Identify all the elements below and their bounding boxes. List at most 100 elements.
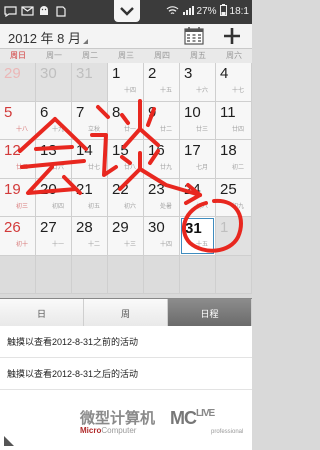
day-cell[interactable]: 30 十四: [144, 217, 180, 256]
lunar-date: 初四: [52, 203, 65, 210]
tab-agenda[interactable]: 日程: [168, 299, 252, 327]
day-cell[interactable]: 27 十一: [36, 217, 72, 256]
day-cell[interactable]: 17 七月: [180, 140, 216, 179]
lunar-date: 十九: [52, 126, 65, 133]
day-cell[interactable]: 9 廿二: [144, 101, 180, 140]
day-cell[interactable]: 3 十六: [180, 63, 216, 102]
day-cell[interactable]: 24 初八: [180, 178, 216, 217]
day-cell[interactable]: 30: [36, 63, 72, 102]
lunar-date: 初十: [16, 242, 29, 248]
weekday-sun: 周日: [10, 51, 26, 60]
day-cell[interactable]: 16 廿九: [144, 140, 180, 179]
day-number: 7: [76, 103, 85, 121]
clock: 18:1: [229, 6, 249, 17]
day-number: 13: [40, 142, 57, 159]
day-cell[interactable]: 29: [0, 63, 36, 102]
day-cell[interactable]: 18 初二: [216, 140, 252, 179]
chat-icon: [3, 4, 17, 18]
day-cell[interactable]: 23 处暑: [144, 178, 180, 217]
day-cell[interactable]: 2 十五: [144, 63, 180, 102]
day-cell[interactable]: 1 十四: [108, 63, 144, 102]
view-earlier-events[interactable]: 触摸以查看2012-8-31之前的活动: [0, 326, 252, 358]
day-cell[interactable]: 15 廿八: [108, 140, 144, 179]
weekday-tue: 周二: [82, 51, 98, 60]
lunar-date: 十三: [124, 242, 137, 248]
add-event-button[interactable]: [222, 26, 242, 46]
day-number: 20: [40, 180, 57, 198]
day-number: 21: [76, 180, 93, 198]
lunar-date: 处暑: [160, 203, 173, 210]
day-cell: [216, 255, 252, 294]
day-cell[interactable]: 21 初五: [72, 178, 108, 217]
day-number: 27: [40, 219, 57, 236]
day-cell: [0, 255, 36, 294]
day-cell[interactable]: 20 初四: [36, 178, 72, 217]
lunar-date: 廿二: [160, 126, 173, 133]
day-cell[interactable]: 14 廿七: [72, 140, 108, 179]
watermark-logo-sub: professional: [211, 429, 244, 435]
day-number: 2: [148, 65, 157, 82]
status-bar: 27% 18:1: [0, 0, 252, 24]
day-cell[interactable]: 29 十三: [108, 217, 144, 256]
notification-pulldown-button[interactable]: [114, 0, 140, 22]
lunar-date: 十五: [160, 88, 173, 94]
day-cell-selected[interactable]: 31 十五: [180, 217, 216, 256]
day-number: 10: [184, 103, 201, 121]
watermark-logo-mc: MC: [170, 408, 197, 428]
lunar-date: 初九: [232, 203, 245, 210]
day-number: 3: [184, 65, 193, 82]
day-cell[interactable]: 4 十七: [216, 63, 252, 102]
day-cell[interactable]: 8 廿一: [108, 101, 144, 140]
day-cell[interactable]: 22 初六: [108, 178, 144, 217]
view-later-events[interactable]: 触摸以查看2012-8-31之后的活动: [0, 358, 252, 390]
wifi-icon: [166, 5, 179, 19]
day-number: 15: [112, 142, 129, 159]
day-number: 29: [112, 219, 129, 236]
day-cell[interactable]: 28 十二: [72, 217, 108, 256]
day-number: 9: [148, 103, 157, 121]
tab-week[interactable]: 周: [84, 299, 168, 327]
today-calendar-button[interactable]: [184, 27, 204, 45]
day-cell[interactable]: 1: [216, 217, 252, 256]
day-cell[interactable]: 10 廿三: [180, 101, 216, 140]
weekday-thu: 周四: [154, 51, 170, 60]
day-cell[interactable]: 11 廿四: [216, 101, 252, 140]
day-number: 16: [148, 142, 165, 159]
sd-card-icon: [54, 4, 68, 18]
corner-indicator: [4, 436, 14, 446]
watermark-logo: MCLIVE professional: [170, 408, 243, 435]
day-cell[interactable]: 6 十九: [36, 101, 72, 140]
month-selector[interactable]: 2012 年 8 月: [0, 24, 96, 48]
lunar-date: 廿三: [196, 126, 209, 133]
tab-day[interactable]: 日: [0, 299, 84, 327]
day-number: 1: [112, 65, 121, 82]
view-tabs: 日 周 日程: [0, 298, 252, 327]
calendar-grid-icon: [184, 27, 204, 45]
lunar-date: 廿四: [232, 126, 245, 133]
lunar-date: 十四: [160, 242, 173, 248]
weekday-sat: 周六: [226, 51, 242, 60]
day-cell[interactable]: 13 廿六: [36, 140, 72, 179]
lunar-date: 初二: [232, 165, 245, 171]
day-number: 17: [184, 142, 201, 159]
day-number: 4: [220, 65, 229, 82]
day-cell[interactable]: 5 十八: [0, 101, 36, 140]
lunar-date: 初八: [196, 203, 209, 210]
weekday-mon: 周一: [46, 51, 62, 60]
day-number: 8: [112, 103, 121, 121]
day-cell[interactable]: 19 初三: [0, 178, 36, 217]
month-title: 2012 年 8 月: [8, 31, 81, 46]
day-cell[interactable]: 26 初十: [0, 217, 36, 256]
day-cell[interactable]: 31: [72, 63, 108, 102]
day-cell[interactable]: 12 廿五: [0, 140, 36, 179]
day-number: 19: [4, 180, 21, 198]
dropdown-corner-icon: [83, 39, 88, 44]
day-cell[interactable]: 25 初九: [216, 178, 252, 217]
day-number: 31: [76, 65, 93, 82]
day-number: 23: [148, 180, 165, 198]
notification-icons: [3, 4, 68, 18]
day-number: 18: [220, 142, 237, 159]
lunar-date: 初三: [16, 203, 29, 210]
weekday-header: 周日 周一 周二 周三 周四 周五 周六: [0, 49, 252, 64]
day-cell[interactable]: 7 立秋: [72, 101, 108, 140]
